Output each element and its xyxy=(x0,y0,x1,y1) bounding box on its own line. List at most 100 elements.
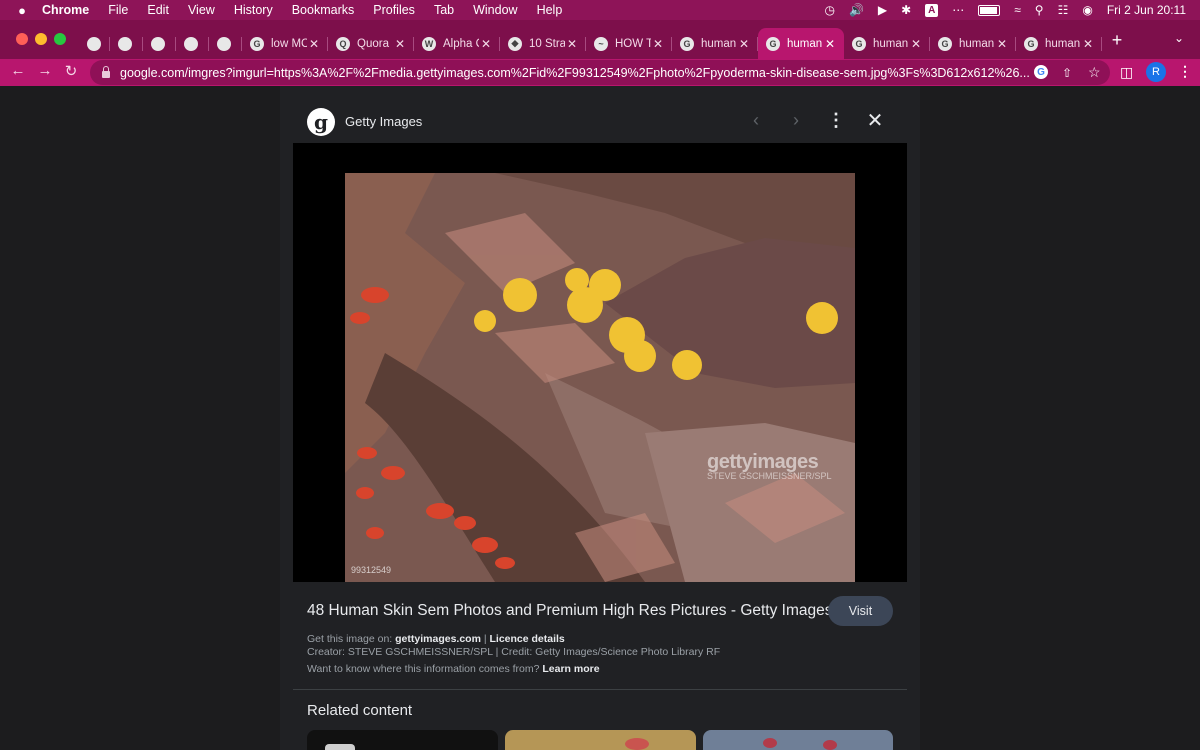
learn-more-link[interactable]: Learn more xyxy=(542,663,599,675)
lock-icon[interactable] xyxy=(102,66,110,78)
sem-image-art xyxy=(345,173,855,582)
browser-tab[interactable] xyxy=(110,28,143,59)
menu-bookmarks[interactable]: Bookmarks xyxy=(292,3,355,17)
browser-tab[interactable]: Ghuman ✕ xyxy=(844,28,930,59)
source-name[interactable]: Getty Images xyxy=(345,114,422,129)
address-url[interactable]: google.com/imgres?imgurl=https%3A%2F%2Fm… xyxy=(120,66,1040,80)
tab-close-icon[interactable]: ✕ xyxy=(393,37,407,51)
tab-close-icon[interactable]: ✕ xyxy=(995,37,1009,51)
tab-label: human xyxy=(701,37,737,50)
tab-label: human xyxy=(1045,37,1081,50)
tab-label: human xyxy=(959,37,995,50)
clock-datetime[interactable]: Fri 2 Jun 20:11 xyxy=(1107,3,1186,17)
gettyimages-link[interactable]: gettyimages.com xyxy=(395,633,481,645)
menu-edit[interactable]: Edit xyxy=(147,3,169,17)
related-thumbnail[interactable] xyxy=(307,730,498,750)
tab-separator xyxy=(1101,37,1102,51)
tab-close-icon[interactable]: ✕ xyxy=(1081,37,1095,51)
getty-logo-icon[interactable]: g xyxy=(307,108,335,136)
creator-credit-line: Creator: STEVE GSCHMEISSNER/SPL | Credit… xyxy=(307,646,721,658)
dots-icon[interactable]: ⋯ xyxy=(952,3,964,17)
browser-tab[interactable]: W Alpha C✕ xyxy=(414,28,500,59)
back-arrow-icon[interactable]: ← xyxy=(8,62,28,79)
tab-close-icon[interactable]: ✕ xyxy=(651,37,665,51)
tab-close-icon[interactable]: ✕ xyxy=(479,37,493,51)
browser-tab[interactable]: ~ HOW T ✕ xyxy=(586,28,672,59)
bookmark-star-icon[interactable]: ☆ xyxy=(1088,64,1101,81)
get-image-prefix: Get this image on: xyxy=(307,633,396,645)
google-icon: G xyxy=(766,36,780,51)
related-thumbnail[interactable] xyxy=(703,730,893,750)
related-content-heading: Related content xyxy=(307,702,413,719)
tab-close-icon[interactable]: ✕ xyxy=(909,37,923,51)
browser-tab[interactable]: Ghuman ✕ xyxy=(672,28,758,59)
tab-close-icon[interactable]: ✕ xyxy=(565,37,579,51)
forward-arrow-icon[interactable]: → xyxy=(35,62,55,79)
menu-view[interactable]: View xyxy=(188,3,215,17)
previous-image-icon[interactable]: ‹ xyxy=(746,110,766,131)
sheet-icon xyxy=(118,36,132,51)
menu-file[interactable]: File xyxy=(108,3,128,17)
google-icon: G xyxy=(1024,36,1038,51)
browser-tab[interactable]: Q Quora ✕ xyxy=(328,28,414,59)
macos-menu-bar: ● Chrome File Edit View History Bookmark… xyxy=(0,0,1200,20)
wifi-icon[interactable]: ≈ xyxy=(1014,3,1021,17)
side-panel-icon[interactable]: ◫ xyxy=(1120,64,1133,81)
siri-icon[interactable]: ◉ xyxy=(1082,3,1092,17)
input-source-icon[interactable]: A xyxy=(925,3,939,17)
browser-tab[interactable]: Ghuman ✕ xyxy=(1016,28,1102,59)
preview-image-frame[interactable]: gettyimages STEVE GSCHMEISSNER/SPL 99312… xyxy=(293,143,907,582)
watermark-credit: STEVE GSCHMEISSNER/SPL xyxy=(707,471,832,481)
skin-sem-photo[interactable]: gettyimages STEVE GSCHMEISSNER/SPL 99312… xyxy=(345,173,855,582)
profile-avatar[interactable]: R xyxy=(1146,62,1166,82)
image-title[interactable]: 48 Human Skin Sem Photos and Premium Hig… xyxy=(307,602,833,620)
tab-search-chevron-icon[interactable]: ⌄ xyxy=(1174,31,1184,45)
tab-label: human xyxy=(873,37,909,50)
tab-close-icon[interactable]: ✕ xyxy=(737,37,751,51)
minimize-window-button[interactable] xyxy=(35,33,47,45)
menu-window[interactable]: Window xyxy=(473,3,517,17)
reload-icon[interactable]: ↻ xyxy=(61,62,81,80)
browser-tab[interactable]: Ghuman ✕ xyxy=(758,28,844,59)
browser-tab[interactable] xyxy=(79,28,110,59)
address-bar[interactable]: google.com/imgres?imgurl=https%3A%2F%2Fm… xyxy=(90,60,1110,85)
wordpress-icon: W xyxy=(422,36,436,51)
bluetooth-icon[interactable]: ✱ xyxy=(901,3,911,17)
menu-app-chrome[interactable]: Chrome xyxy=(42,3,89,17)
tab-label: low MC xyxy=(271,37,307,50)
menu-help[interactable]: Help xyxy=(537,3,563,17)
tab-label: 10 Stra xyxy=(529,37,565,50)
licence-details-link[interactable]: Licence details xyxy=(489,633,564,645)
close-preview-icon[interactable]: ✕ xyxy=(865,108,885,133)
kebab-menu-icon[interactable]: ⋮ xyxy=(1178,63,1192,80)
more-options-icon[interactable]: ⋮ xyxy=(826,110,846,131)
related-thumbnail[interactable] xyxy=(505,730,696,750)
battery-icon[interactable] xyxy=(978,4,1001,16)
tab-close-icon[interactable]: ✕ xyxy=(823,37,837,51)
browser-tab[interactable] xyxy=(143,28,176,59)
google-icon: G xyxy=(938,36,952,51)
zoom-window-button[interactable] xyxy=(54,33,66,45)
menu-profiles[interactable]: Profiles xyxy=(373,3,415,17)
new-tab-button[interactable]: + xyxy=(1109,30,1125,51)
search-icon[interactable]: ⚲ xyxy=(1035,3,1044,17)
visit-button[interactable]: Visit xyxy=(828,596,893,626)
apple-icon[interactable]: ● xyxy=(14,3,30,18)
close-window-button[interactable] xyxy=(16,33,28,45)
share-icon[interactable]: ⇧ xyxy=(1062,66,1072,80)
google-icon: G xyxy=(680,36,694,51)
menu-tab[interactable]: Tab xyxy=(434,3,454,17)
browser-tab[interactable] xyxy=(176,28,209,59)
volume-icon[interactable]: 🔊 xyxy=(849,3,864,17)
menu-history[interactable]: History xyxy=(234,3,273,17)
browser-tab[interactable] xyxy=(209,28,242,59)
time-machine-icon[interactable]: ◷ xyxy=(824,3,834,17)
tab-close-icon[interactable]: ✕ xyxy=(307,37,321,51)
browser-tab[interactable]: Ghuman ✕ xyxy=(930,28,1016,59)
browser-tab[interactable]: ◆ 10 Stra ✕ xyxy=(500,28,586,59)
play-icon[interactable]: ▶ xyxy=(878,3,887,17)
browser-tab[interactable]: Glow MC ✕ xyxy=(242,28,328,59)
google-lens-icon[interactable]: G xyxy=(1034,65,1048,79)
next-image-icon[interactable]: › xyxy=(786,110,806,131)
control-center-icon[interactable]: ☷ xyxy=(1058,3,1069,17)
